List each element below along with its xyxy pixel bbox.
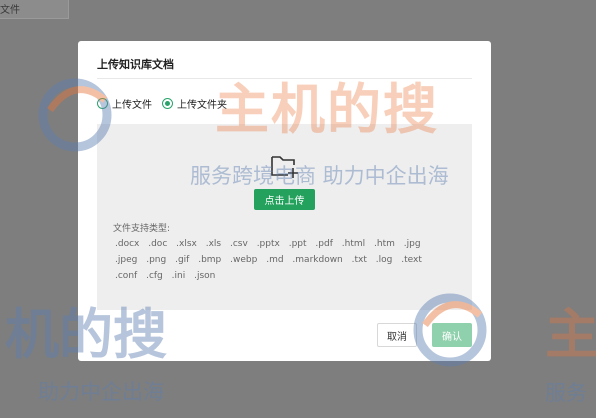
folder-add-icon	[271, 156, 298, 178]
dialog-title: 上传知识库文档	[97, 58, 174, 71]
file-type-item: .htm	[374, 239, 395, 249]
file-type-item: .markdown	[292, 255, 343, 265]
background-card-label: 文件	[0, 5, 20, 16]
cancel-button[interactable]: 取消	[377, 323, 417, 347]
file-type-item: .webp	[230, 255, 258, 265]
upload-dialog: 上传知识库文档 上传文件 上传文件夹 点击上传 文件支持类型: .docx .d…	[78, 41, 491, 361]
file-type-item: .xlsx	[176, 239, 197, 249]
file-type-item: .cfg	[146, 271, 163, 281]
file-type-item: .doc	[148, 239, 168, 249]
radio-upload-folder[interactable]	[162, 98, 173, 109]
file-type-item: .txt	[351, 255, 367, 265]
file-type-item: .jpg	[403, 239, 421, 249]
supported-types-title: 文件支持类型:	[113, 224, 171, 234]
radio-upload-file[interactable]	[97, 98, 108, 109]
radio-upload-file-label[interactable]: 上传文件	[112, 96, 152, 111]
file-type-item: .docx	[115, 239, 140, 249]
radio-upload-folder-label[interactable]: 上传文件夹	[177, 96, 227, 111]
file-type-item: .jpeg	[115, 255, 138, 265]
file-type-item: .png	[146, 255, 167, 265]
file-type-item: .json	[194, 271, 216, 281]
file-type-item: .pptx	[256, 239, 280, 249]
background-card: 文件	[0, 0, 69, 19]
file-type-item: .md	[266, 255, 284, 265]
upload-mode-group: 上传文件 上传文件夹	[97, 96, 237, 111]
file-type-item: .ppt	[288, 239, 307, 249]
file-type-item: .bmp	[198, 255, 222, 265]
supported-types-list: .docx .doc .xlsx .xls .csv .pptx .ppt .p…	[115, 236, 455, 284]
file-type-item: .log	[375, 255, 393, 265]
title-divider	[97, 78, 472, 79]
file-type-item: .conf	[115, 271, 138, 281]
file-type-item: .html	[341, 239, 366, 249]
upload-drop-area[interactable]: 点击上传 文件支持类型: .docx .doc .xlsx .xls .csv …	[97, 124, 472, 310]
file-type-item: .ini	[171, 271, 186, 281]
file-type-item: .csv	[229, 239, 248, 249]
file-type-item: .text	[401, 255, 422, 265]
file-type-item: .pdf	[315, 239, 333, 249]
file-type-item: .xls	[205, 239, 222, 249]
confirm-button[interactable]: 确认	[432, 323, 472, 347]
click-upload-button[interactable]: 点击上传	[254, 189, 315, 210]
file-type-item: .gif	[175, 255, 190, 265]
